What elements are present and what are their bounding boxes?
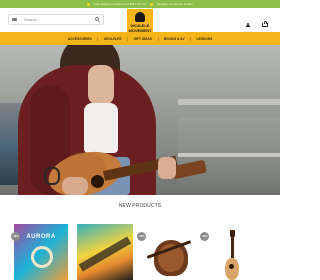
product-ukulele-neck xyxy=(230,236,234,260)
product-card[interactable] xyxy=(73,220,133,280)
search-icon[interactable] xyxy=(95,17,99,21)
nav-item-ukuleles[interactable]: UKULELES xyxy=(104,37,122,41)
nav-item-gift-ideas[interactable]: GIFT IDEAS xyxy=(134,37,153,41)
hero-person-hand xyxy=(62,177,88,195)
nav-item-books-av[interactable]: BOOKS & AV xyxy=(164,37,185,41)
discount-badge: -10% xyxy=(11,232,20,241)
promo-text-left: Free shipping on orders over $49 in the … xyxy=(94,2,146,6)
search-placeholder: Search... xyxy=(24,16,41,22)
promo-text-right: Ukuleles, Accessories & More xyxy=(156,2,193,6)
product-art-stripe xyxy=(78,236,132,272)
section-title-new-products: NEW PRODUCTS xyxy=(118,203,162,209)
nav-divider xyxy=(157,36,159,41)
hero-person-shirt xyxy=(84,103,118,153)
string-coil-icon xyxy=(31,246,53,268)
search-input[interactable]: Search... xyxy=(8,14,104,25)
promo-bar: Free shipping on orders over $49 in the … xyxy=(0,0,280,8)
discount-badge: -10% xyxy=(200,232,209,241)
menu-icon xyxy=(12,18,17,21)
hero-person-hand xyxy=(158,157,176,179)
hero-person-bracelet xyxy=(44,167,60,185)
star-icon xyxy=(149,2,153,6)
product-card[interactable]: AURORA -10% xyxy=(10,220,70,280)
product-pack-label: AURORA xyxy=(26,234,56,240)
main-nav: ACCESSORIES UKULELES GIFT IDEAS BOOKS & … xyxy=(0,32,280,45)
product-card[interactable]: -10% xyxy=(199,220,259,280)
hero-ukulele-soundhole xyxy=(91,175,104,188)
product-image[interactable] xyxy=(77,224,133,280)
hero-ledge xyxy=(178,99,280,105)
nav-divider xyxy=(97,36,99,41)
product-image[interactable] xyxy=(225,258,239,280)
nav-item-accessories[interactable]: ACCESSORIES xyxy=(68,37,92,41)
account-icon[interactable] xyxy=(246,23,250,27)
truck-icon xyxy=(87,2,91,6)
nav-divider xyxy=(190,36,192,41)
discount-badge: -10% xyxy=(137,232,146,241)
nav-item-lessons[interactable]: LESSONS xyxy=(197,37,213,41)
hero-ledge xyxy=(178,153,280,157)
ukulele-logo-icon xyxy=(135,12,145,22)
hero-graffiti-right xyxy=(178,117,280,187)
product-ukulele-soundhole xyxy=(229,264,234,269)
product-card[interactable]: -10% xyxy=(136,220,196,280)
product-image[interactable]: AURORA xyxy=(14,224,68,280)
nav-divider xyxy=(127,36,128,41)
site-header: Search... UKULELE MOVEMENT xyxy=(0,8,280,37)
cart-icon[interactable] xyxy=(262,21,268,28)
hero-banner[interactable] xyxy=(0,45,280,195)
hero-person-neck xyxy=(88,65,114,105)
